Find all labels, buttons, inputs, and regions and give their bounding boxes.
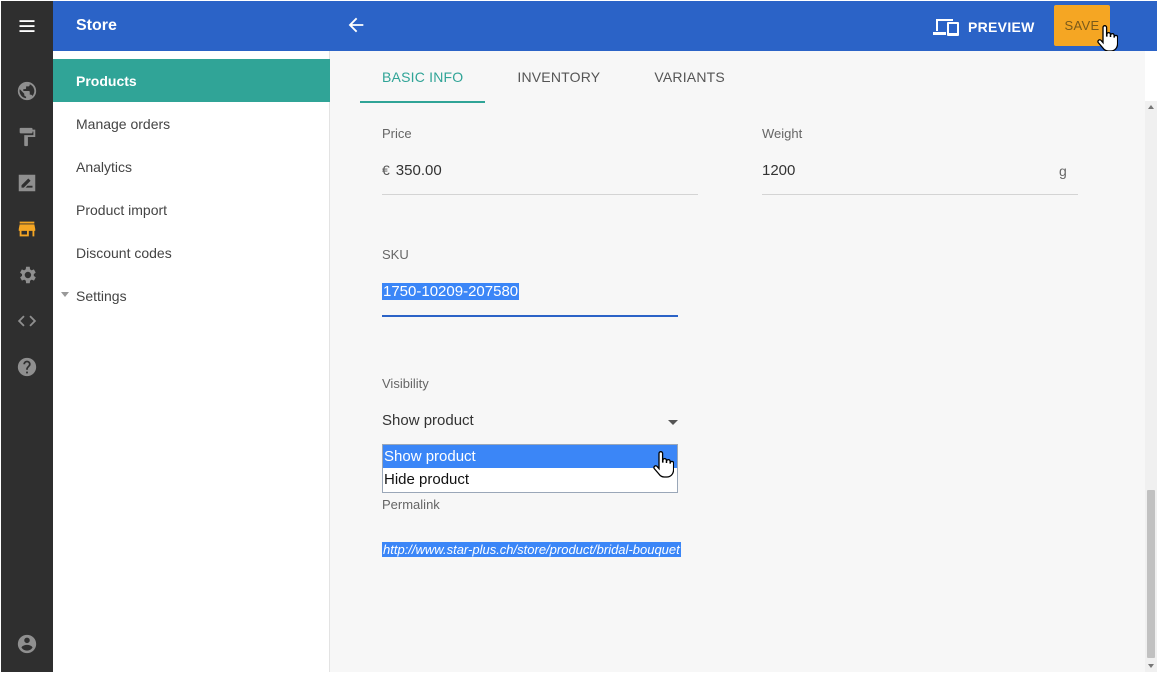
sidebar-item-label: Products [76, 72, 137, 89]
devices-icon [933, 19, 959, 36]
sidebar-item-analytics[interactable]: Analytics [53, 145, 330, 188]
dropdown-arrow-icon[interactable] [668, 420, 678, 425]
menu-button[interactable] [1, 1, 53, 51]
account-icon[interactable] [15, 632, 39, 656]
visibility-label: Visibility [382, 376, 429, 391]
sidebar-item-settings[interactable]: Settings [53, 274, 330, 317]
scroll-up-icon[interactable] [1148, 105, 1154, 109]
visibility-options: Show product Hide product [382, 444, 678, 493]
back-button[interactable] [345, 14, 369, 38]
currency-symbol: € [382, 162, 390, 178]
gear-icon[interactable] [15, 263, 39, 287]
sidebar-item-label: Analytics [76, 158, 133, 175]
price-label: Price [382, 126, 412, 141]
code-icon[interactable] [15, 309, 39, 333]
sku-field[interactable]: 1750-10209-207580 [382, 283, 520, 300]
price-value: 350.00 [395, 162, 442, 179]
sku-value: 1750-10209-207580 [382, 283, 520, 300]
preview-button[interactable]: PREVIEW [933, 15, 1035, 39]
tab-inventory[interactable]: INVENTORY [495, 51, 622, 103]
preview-label: PREVIEW [968, 19, 1035, 35]
store-icon[interactable] [15, 217, 39, 241]
weight-unit: g [1059, 163, 1067, 179]
option-show-product[interactable]: Show product [383, 445, 677, 468]
permalink-value: http://www.star-plus.ch/store/product/br… [382, 542, 681, 557]
arrow-back-icon [348, 17, 364, 33]
sidebar-item-label: Discount codes [76, 244, 172, 261]
sidebar-item-products[interactable]: Products [53, 59, 330, 102]
price-field[interactable]: €350.00 [382, 162, 442, 179]
app-header: Store PREVIEW SAVE [53, 1, 1157, 53]
hand-cursor-icon [1096, 25, 1119, 53]
weight-underline [762, 194, 1078, 195]
caret-down-icon [61, 292, 69, 297]
tab-bar: BASIC INFO INVENTORY VARIANTS [360, 51, 747, 103]
tab-variants[interactable]: VARIANTS [632, 51, 747, 103]
scrollbar-thumb[interactable] [1147, 490, 1155, 658]
globe-icon[interactable] [15, 79, 39, 103]
paint-roller-icon[interactable] [15, 125, 39, 149]
scrollbar[interactable] [1145, 101, 1157, 672]
sidebar-item-discount-codes[interactable]: Discount codes [53, 231, 330, 274]
price-underline [382, 194, 698, 195]
option-hide-product[interactable]: Hide product [383, 468, 677, 491]
store-title: Store [76, 17, 117, 34]
signature-icon[interactable] [15, 171, 39, 195]
menu-icon [19, 20, 35, 32]
sidebar-item-product-import[interactable]: Product import [53, 188, 330, 231]
main-content: BASIC INFO INVENTORY VARIANTS Price €350… [330, 51, 1145, 672]
weight-field[interactable]: 1200 [762, 162, 795, 179]
sidebar-item-manage-orders[interactable]: Manage orders [53, 102, 330, 145]
sidebar-item-label: Settings [76, 287, 127, 304]
weight-label: Weight [762, 126, 803, 141]
tab-basic-info[interactable]: BASIC INFO [360, 51, 486, 103]
sidebar-item-label: Product import [76, 201, 168, 218]
permalink-label: Permalink [382, 497, 440, 512]
scroll-down-icon[interactable] [1148, 664, 1154, 668]
visibility-select[interactable]: Show product [382, 412, 474, 429]
app-rail [1, 1, 53, 672]
sku-label: SKU [382, 247, 409, 262]
sidebar: Products Manage orders Analytics Product… [53, 51, 330, 672]
sku-underline [382, 315, 678, 317]
hand-cursor-icon [652, 451, 675, 479]
help-icon[interactable] [15, 355, 39, 379]
permalink-field[interactable]: http://www.star-plus.ch/store/product/br… [382, 542, 681, 557]
sidebar-item-label: Manage orders [76, 115, 171, 132]
